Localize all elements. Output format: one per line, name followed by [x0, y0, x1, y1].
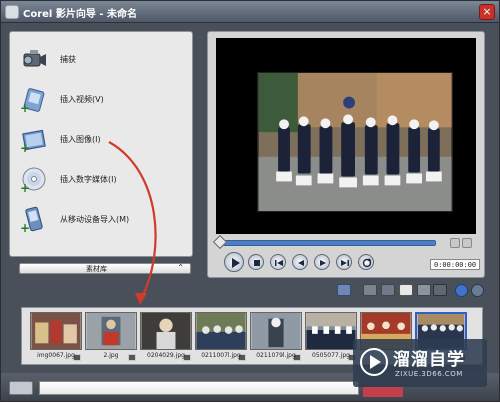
clip-image: [140, 312, 192, 350]
import-mobile-label: 从移动设备导入(M): [60, 215, 130, 224]
clip-thumbnail[interactable]: 0204029.jpg: [140, 312, 192, 362]
watermark: 溜溜自学 ZIXUE.3D66.COM: [353, 339, 487, 387]
clip-thumbnail[interactable]: 0211079l.jpg: [250, 312, 302, 362]
library-label: 素材库: [86, 265, 107, 273]
storyboard-tool-3[interactable]: [381, 284, 395, 296]
clip-thumbnail[interactable]: 0211007l.jpg: [195, 312, 247, 362]
watermark-title: 溜溜自学: [393, 350, 465, 370]
clip-thumbnail[interactable]: 2.jpg: [85, 312, 137, 362]
storyboard-tool-6[interactable]: [433, 284, 447, 296]
svg-text:+: +: [20, 221, 30, 234]
close-button[interactable]: ×: [479, 4, 495, 20]
insert-video-icon: +: [20, 88, 45, 114]
go-to-end-button[interactable]: [336, 254, 352, 270]
insert-video-button[interactable]: + 插入视频(V): [16, 84, 186, 116]
app-window: Corel 影片向导 - 未命名 × 捕获 + 插入视频(V) + 插入图像(I…: [0, 0, 500, 402]
insert-image-label: 插入图像(I): [60, 135, 101, 144]
storyboard-tool-4[interactable]: [399, 284, 413, 296]
clip-label: 0211007l.jpg: [201, 352, 241, 359]
insert-digital-media-label: 插入数字媒体(I): [60, 175, 117, 184]
seek-bar[interactable]: [212, 234, 436, 250]
next-step-button[interactable]: [363, 387, 403, 397]
timeline-scroll[interactable]: [39, 381, 359, 395]
previous-frame-button[interactable]: [292, 254, 308, 270]
clip-image: [85, 312, 137, 350]
svg-text:+: +: [20, 101, 30, 114]
mark-out-button[interactable]: [462, 238, 472, 248]
clip-label: 2.jpg: [103, 352, 119, 359]
skip-end-icon: [341, 260, 349, 266]
import-mobile-button[interactable]: + 从移动设备导入(M): [16, 204, 186, 236]
play-icon: [232, 258, 240, 268]
clip-image: [305, 312, 357, 350]
step-back-icon: [298, 260, 304, 266]
play-button[interactable]: [224, 252, 244, 272]
svg-text:+: +: [20, 141, 30, 154]
storyboard-tool-5[interactable]: [417, 284, 431, 296]
stop-button[interactable]: [248, 254, 264, 270]
app-icon: [5, 5, 19, 19]
svg-text:+: +: [20, 181, 30, 194]
title-bar: Corel 影片向导 - 未命名 ×: [1, 1, 499, 23]
library-bar[interactable]: 素材库 ⌃: [19, 263, 191, 274]
clip-image: [30, 312, 82, 350]
window-title: Corel 影片向导 - 未命名: [23, 9, 137, 20]
video-frame: [257, 72, 453, 212]
clip-label: 0505077.jpg: [312, 352, 350, 359]
clip-thumbnail[interactable]: 0505077.jpg: [305, 312, 357, 362]
next-frame-button[interactable]: [314, 254, 330, 270]
help-icon[interactable]: [455, 284, 468, 297]
insert-image-button[interactable]: + 插入图像(I): [16, 124, 186, 156]
repeat-button[interactable]: [358, 254, 374, 270]
mobile-device-icon: +: [20, 206, 43, 234]
insert-digital-media-button[interactable]: + 插入数字媒体(I): [16, 164, 186, 196]
skip-start-icon: [275, 260, 283, 266]
insert-video-label: 插入视频(V): [60, 95, 104, 104]
stop-icon: [254, 260, 260, 266]
capture-button[interactable]: 捕获: [16, 44, 186, 76]
clip-image: [250, 312, 302, 350]
camcorder-icon: [23, 50, 46, 67]
repeat-icon: [362, 258, 372, 268]
settings-icon[interactable]: [471, 284, 484, 297]
disc-icon: +: [20, 167, 46, 194]
chevron-up-icon[interactable]: ⌃: [177, 263, 184, 272]
go-to-start-button[interactable]: [270, 254, 286, 270]
insert-image-icon: +: [20, 129, 46, 154]
seek-thumb[interactable]: [212, 234, 228, 250]
clip-label: 0211079l.jpg: [256, 352, 296, 359]
clip-image: [195, 312, 247, 350]
play-logo-icon: [360, 348, 388, 376]
player-panel: 0:00:00:00: [207, 31, 485, 278]
timeline-view-button[interactable]: [9, 381, 33, 395]
mark-in-button[interactable]: [450, 238, 460, 248]
clip-thumbnail[interactable]: img0067.jpg: [30, 312, 82, 362]
clip-label: img0067.jpg: [37, 352, 75, 359]
storyboard-tool-1[interactable]: [337, 284, 351, 296]
watermark-subtitle: ZIXUE.3D66.COM: [395, 370, 463, 378]
preview-window: [216, 38, 476, 234]
timecode-display[interactable]: 0:00:00:00: [430, 259, 480, 270]
capture-panel: 捕获 + 插入视频(V) + 插入图像(I) + 插入数字媒体(I) + 从移动…: [9, 31, 193, 257]
capture-label: 捕获: [60, 55, 76, 64]
step-forward-icon: [320, 260, 326, 266]
storyboard-tool-2[interactable]: [363, 284, 377, 296]
clip-label: 0204029.jpg: [147, 352, 185, 359]
